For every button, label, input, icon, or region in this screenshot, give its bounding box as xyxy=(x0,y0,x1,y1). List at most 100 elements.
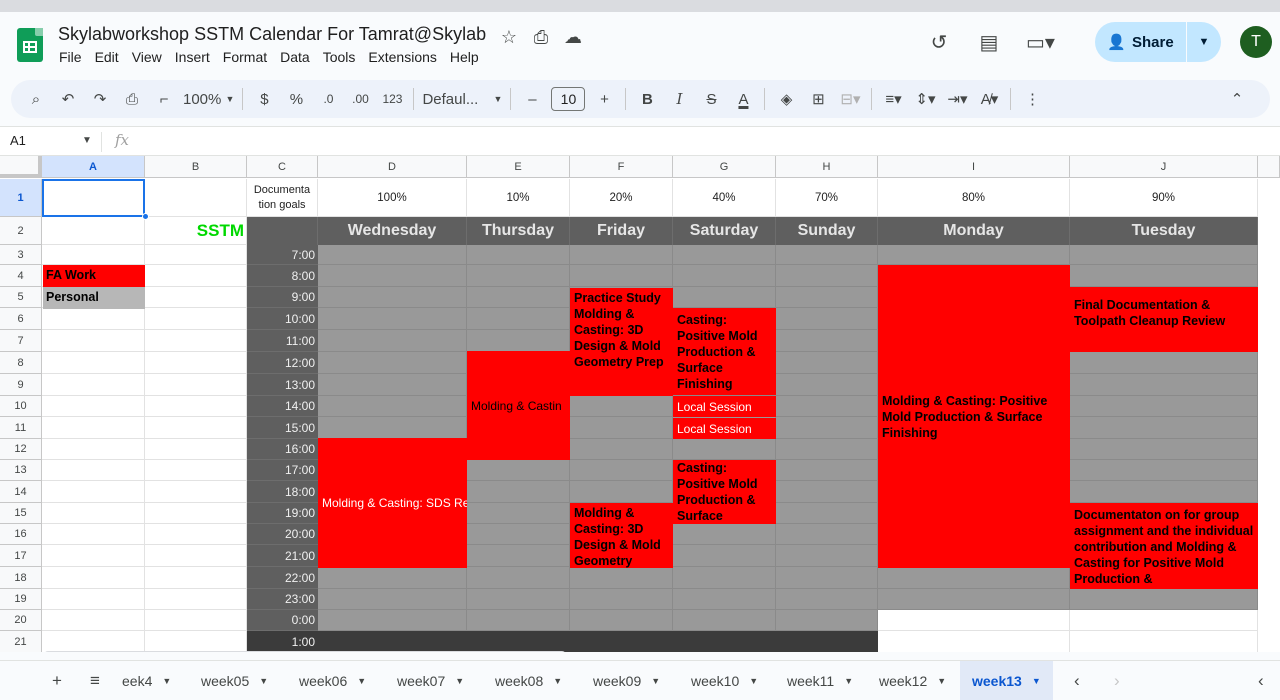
schedule-cell[interactable] xyxy=(673,567,776,589)
text-color-button[interactable]: A xyxy=(730,86,756,112)
cell[interactable] xyxy=(42,589,145,610)
goal-g[interactable]: 40% xyxy=(673,179,776,217)
cell[interactable] xyxy=(145,265,247,287)
chevron-down-icon[interactable]: ▼ xyxy=(259,676,268,686)
day-header-tuesday[interactable]: Tuesday xyxy=(1070,217,1258,245)
sheet-tab-week05[interactable]: week05 ▼ xyxy=(201,661,268,700)
schedule-cell[interactable] xyxy=(776,245,878,265)
version-history-icon[interactable]: ↺ xyxy=(926,30,952,56)
row-header-21[interactable]: 21 xyxy=(0,631,42,652)
cell[interactable] xyxy=(42,352,145,374)
schedule-cell[interactable] xyxy=(467,503,570,524)
schedule-cell[interactable] xyxy=(776,308,878,330)
cell[interactable] xyxy=(145,396,247,417)
event-wed-sds[interactable]: Molding & Casting: SDS Rev xyxy=(318,438,467,568)
horizontal-scrollbar[interactable] xyxy=(44,651,566,652)
schedule-cell[interactable] xyxy=(467,460,570,481)
increase-font-size-button[interactable]: + xyxy=(591,86,617,112)
sheet-tab-week09[interactable]: week09 ▼ xyxy=(593,661,660,700)
cell[interactable] xyxy=(145,308,247,330)
chevron-down-icon[interactable]: ▼ xyxy=(455,676,464,686)
cell[interactable] xyxy=(42,503,145,524)
comments-icon[interactable]: ▤ xyxy=(976,30,1002,56)
schedule-cell[interactable] xyxy=(318,265,467,287)
font-select[interactable]: Defaul... ▼ xyxy=(422,86,502,112)
day-header-monday[interactable]: Monday xyxy=(878,217,1070,245)
font-size-input[interactable]: 10 xyxy=(551,87,586,111)
schedule-cell[interactable] xyxy=(570,439,673,460)
schedule-cell[interactable] xyxy=(776,503,878,524)
schedule-cell[interactable] xyxy=(673,524,776,545)
row-header-10[interactable]: 10 xyxy=(0,396,42,417)
schedule-cell[interactable] xyxy=(318,374,467,396)
event-mon-molding[interactable]: Molding & Casting: Positive Mold Product… xyxy=(878,265,1070,568)
schedule-cell[interactable] xyxy=(878,245,1070,265)
menu-file[interactable]: File xyxy=(59,49,82,65)
cell[interactable] xyxy=(145,417,247,439)
more-options-icon[interactable]: ⋮ xyxy=(1019,86,1045,112)
schedule-cell[interactable] xyxy=(318,352,467,374)
event-fri-practice[interactable]: Practice Study Molding & Casting: 3D Des… xyxy=(570,288,673,396)
schedule-cell[interactable] xyxy=(467,589,570,610)
schedule-cell[interactable] xyxy=(318,308,467,330)
schedule-cell[interactable] xyxy=(776,460,878,481)
column-header-h[interactable]: H xyxy=(776,156,878,178)
horizontal-align-icon[interactable]: ≡▾ xyxy=(880,86,906,112)
cell[interactable] xyxy=(145,610,247,631)
paint-format-icon[interactable]: ⌐ xyxy=(151,86,177,112)
zoom-select[interactable]: 100% ▼ xyxy=(183,86,234,112)
scroll-tabs-left-icon[interactable]: ‹ xyxy=(1074,671,1080,691)
row-header-3[interactable]: 3 xyxy=(0,245,42,265)
schedule-cell[interactable] xyxy=(1070,460,1258,481)
menu-tools[interactable]: Tools xyxy=(323,49,356,65)
name-box[interactable]: A1 xyxy=(10,133,26,148)
day-header-friday[interactable]: Friday xyxy=(570,217,673,245)
cell[interactable] xyxy=(42,330,145,352)
vertical-align-icon[interactable]: ⇕▾ xyxy=(912,86,938,112)
cell[interactable] xyxy=(145,481,247,503)
schedule-cell[interactable] xyxy=(673,610,776,631)
sheet-tab-week10[interactable]: week10 ▼ xyxy=(691,661,758,700)
cell[interactable] xyxy=(145,460,247,481)
schedule-cell[interactable] xyxy=(673,287,776,308)
chevron-down-icon[interactable]: ▼ xyxy=(749,676,758,686)
schedule-cell[interactable] xyxy=(673,589,776,610)
schedule-cell[interactable] xyxy=(776,417,878,439)
row-header-14[interactable]: 14 xyxy=(0,481,42,503)
column-header-g[interactable]: G xyxy=(673,156,776,178)
cell[interactable] xyxy=(42,567,145,589)
cell[interactable] xyxy=(42,417,145,439)
time-label[interactable]: 7:00 xyxy=(247,245,318,265)
sstm-label[interactable]: SSTM xyxy=(145,217,247,245)
column-header-k[interactable] xyxy=(1258,156,1280,178)
column-header-a[interactable]: A xyxy=(42,156,145,178)
cell[interactable] xyxy=(42,610,145,631)
schedule-cell[interactable] xyxy=(570,567,673,589)
legend-personal[interactable]: Personal xyxy=(43,287,145,309)
schedule-cell[interactable] xyxy=(878,631,1070,652)
schedule-cell[interactable] xyxy=(673,245,776,265)
goal-d[interactable]: 100% xyxy=(318,179,467,217)
event-fri-3d[interactable]: Molding & Casting: 3D Design & Mold Geom… xyxy=(570,503,673,568)
cell[interactable] xyxy=(42,460,145,481)
chevron-down-icon[interactable]: ▼ xyxy=(357,676,366,686)
schedule-cell[interactable] xyxy=(776,396,878,417)
row-header-19[interactable]: 19 xyxy=(0,589,42,610)
cell[interactable] xyxy=(145,287,247,308)
sheet-tab-week4[interactable]: eek4 ▼ xyxy=(122,661,171,700)
share-main[interactable]: 👤 Share xyxy=(1095,22,1187,62)
sheet-tab-week12[interactable]: week12 ▼ xyxy=(879,661,946,700)
more-formats-button[interactable]: 123 xyxy=(379,86,405,112)
menu-help[interactable]: Help xyxy=(450,49,479,65)
cell[interactable] xyxy=(42,545,145,567)
schedule-cell[interactable] xyxy=(1070,439,1258,460)
chevron-down-icon[interactable]: ▼ xyxy=(1032,676,1041,686)
avatar[interactable]: T xyxy=(1240,26,1272,58)
decrease-decimal-button[interactable]: .0 xyxy=(315,86,341,112)
goal-h[interactable]: 70% xyxy=(776,179,878,217)
row-header-4[interactable]: 4 xyxy=(0,265,42,287)
menu-extensions[interactable]: Extensions xyxy=(368,49,436,65)
event-tue-final[interactable]: Final Documentation & Toolpath Cleanup R… xyxy=(1070,287,1258,352)
cell[interactable] xyxy=(145,179,247,217)
schedule-cell[interactable] xyxy=(1070,481,1258,503)
